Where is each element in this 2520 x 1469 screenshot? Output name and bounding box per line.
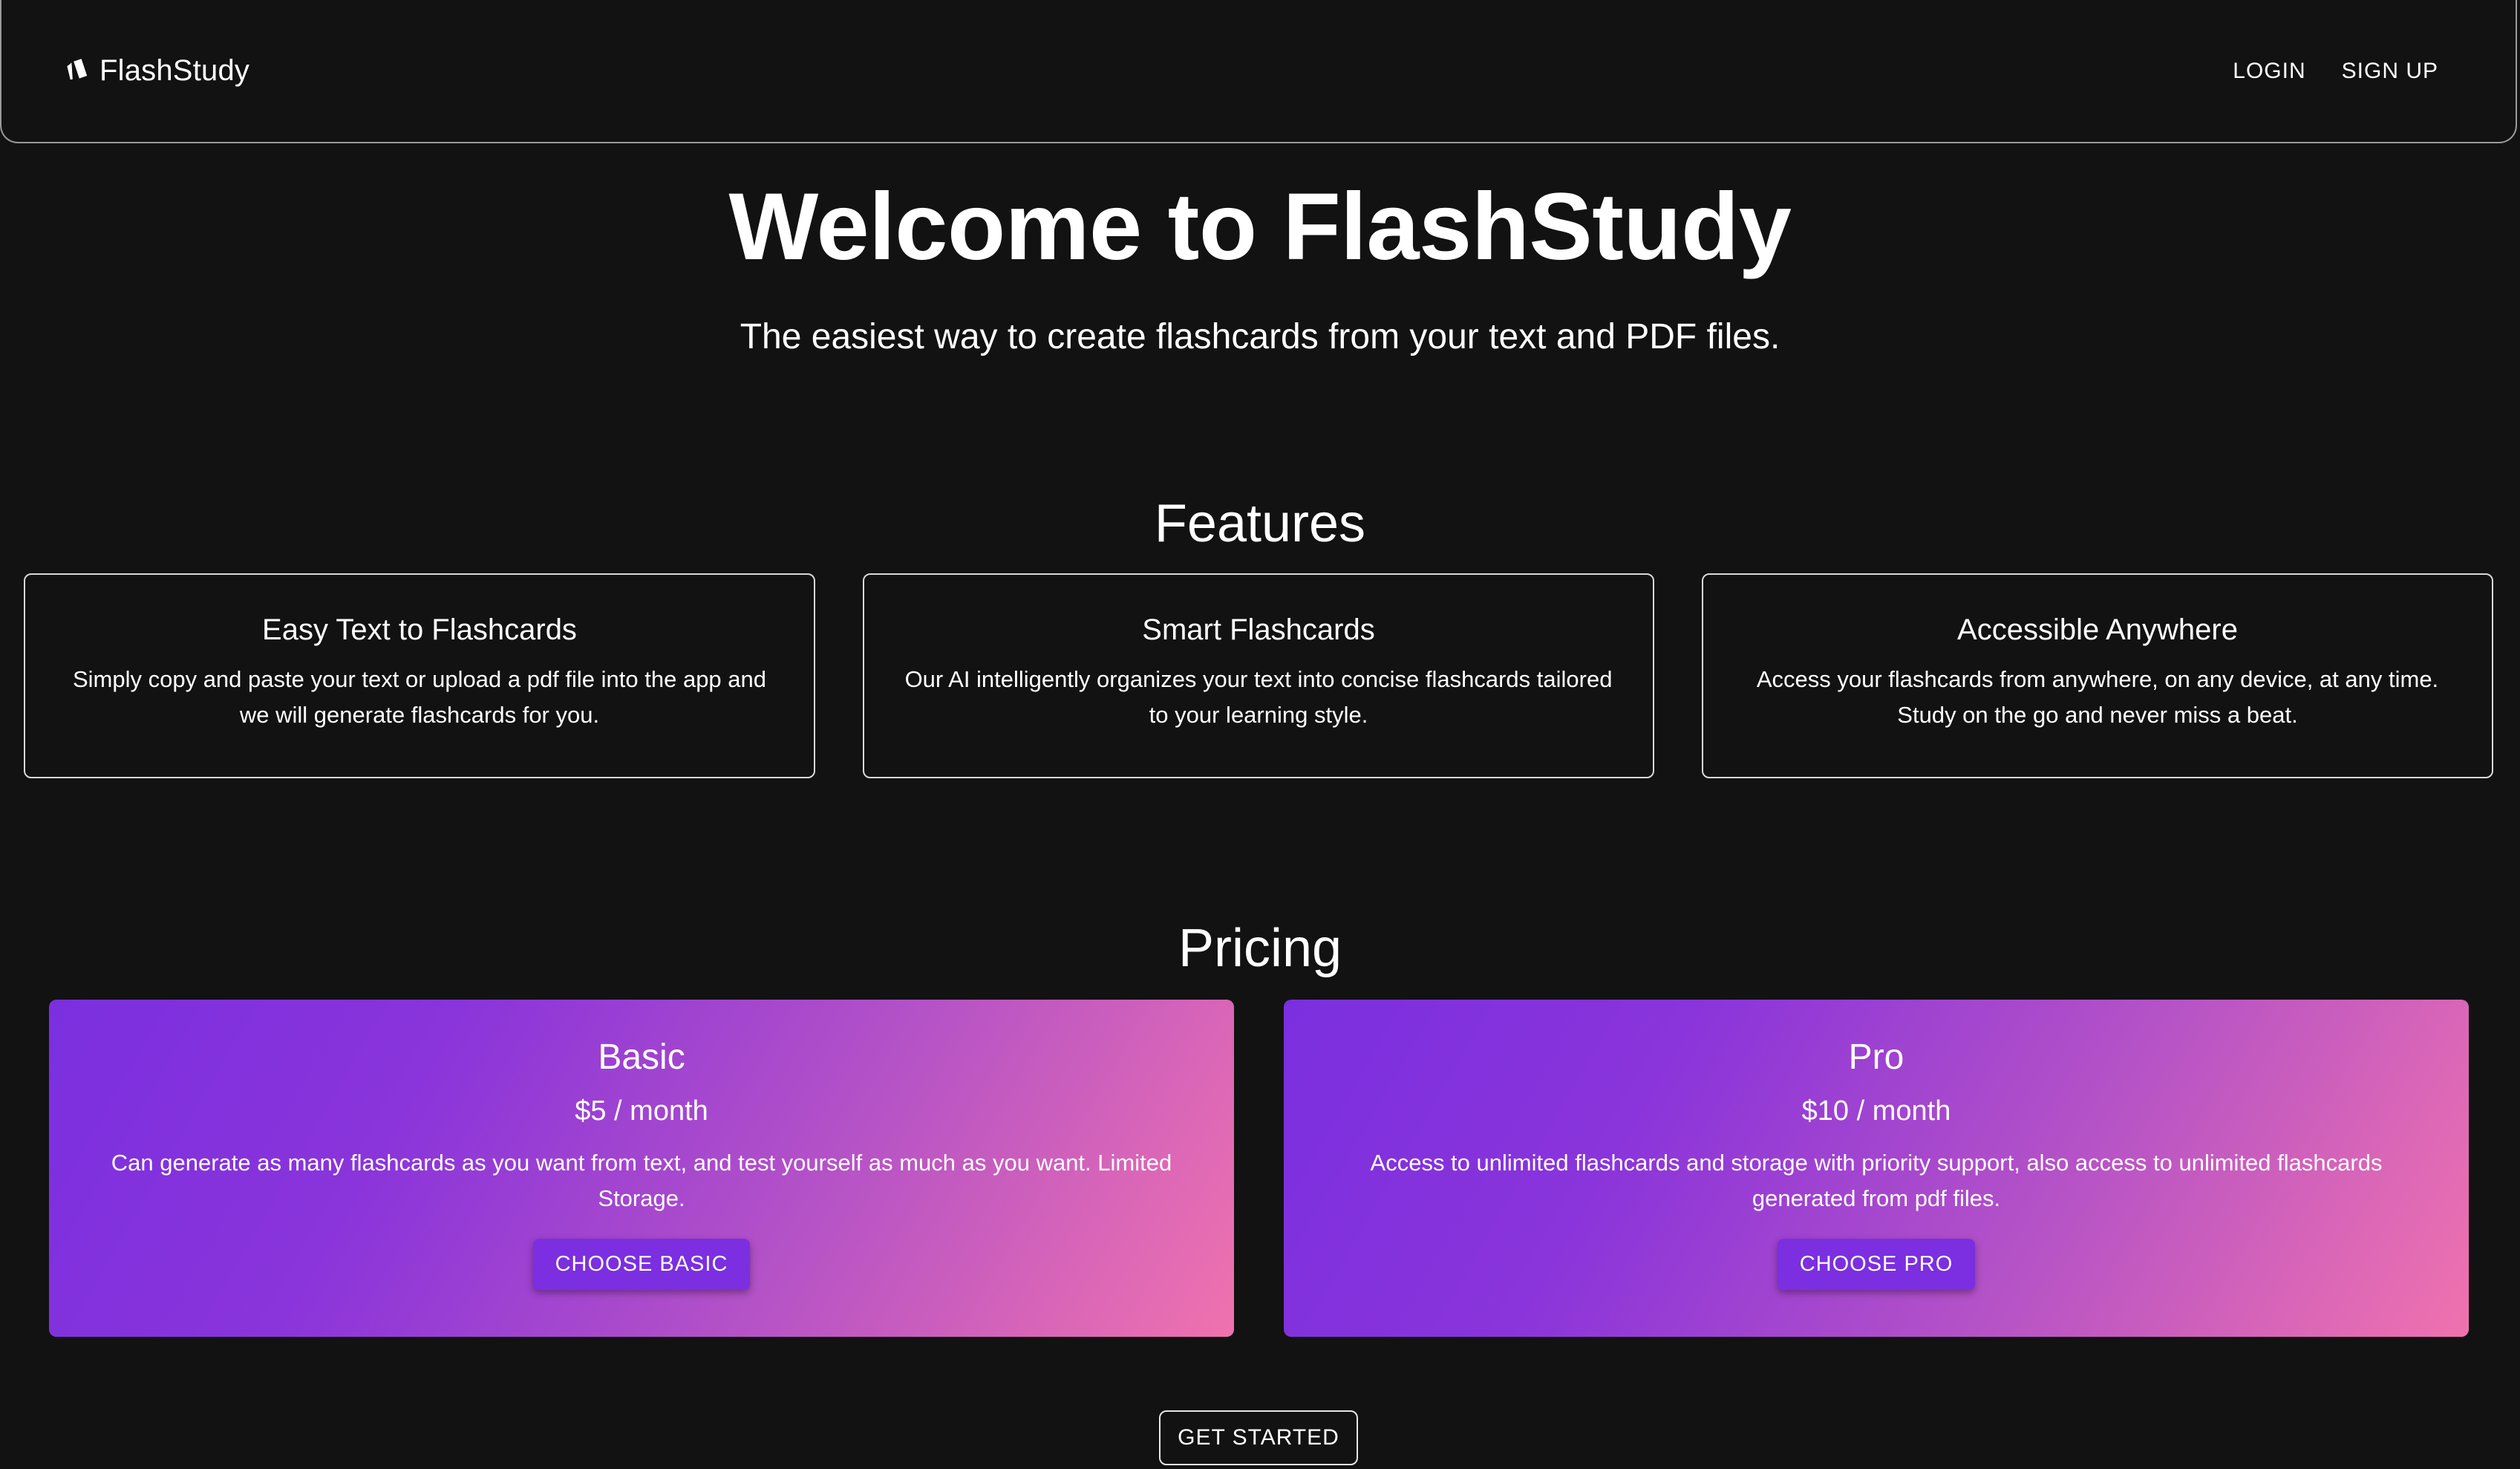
choose-pro-button[interactable]: CHOOSE PRO xyxy=(1777,1239,1976,1290)
pricing-card-basic: Basic $5 / month Can generate as many fl… xyxy=(49,1000,1234,1337)
feature-card-text-to-flashcards: Easy Text to Flashcards Simply copy and … xyxy=(24,573,815,778)
plan-price: $5 / month xyxy=(575,1095,708,1127)
app-bar: FlashStudy LOGIN SIGN UP xyxy=(0,0,2517,143)
hero-title: Welcome to FlashStudy xyxy=(728,174,1792,280)
feature-description: Access your flashcards from anywhere, on… xyxy=(1756,666,2439,728)
feature-description: Simply copy and paste your text or uploa… xyxy=(72,666,767,728)
feature-card-accessible-anywhere: Accessible Anywhere Access your flashcar… xyxy=(1702,573,2493,778)
brand[interactable]: FlashStudy xyxy=(61,53,249,89)
pricing-title: Pricing xyxy=(1178,919,1342,978)
signup-button[interactable]: SIGN UP xyxy=(2330,50,2450,93)
feature-title: Easy Text to Flashcards xyxy=(262,613,577,646)
feature-title: Accessible Anywhere xyxy=(1957,613,2238,646)
top-nav: LOGIN SIGN UP xyxy=(2221,50,2450,93)
feature-description: Our AI intelligently organizes your text… xyxy=(904,666,1613,728)
pricing-card-pro: Pro $10 / month Access to unlimited flas… xyxy=(1284,1000,2469,1337)
hero-subtitle: The easiest way to create flashcards fro… xyxy=(740,317,1780,356)
flashcards-icon xyxy=(67,58,88,79)
login-button[interactable]: LOGIN xyxy=(2221,50,2317,93)
plan-description: Can generate as many flashcards as you w… xyxy=(111,1150,1172,1211)
plan-price: $10 / month xyxy=(1801,1095,1951,1127)
feature-card-smart-flashcards: Smart Flashcards Our AI intelligently or… xyxy=(863,573,1654,778)
choose-basic-button[interactable]: CHOOSE BASIC xyxy=(532,1239,751,1290)
plan-name: Pro xyxy=(1848,1038,1904,1077)
get-started-button[interactable]: GET STARTED xyxy=(1159,1410,1358,1465)
plan-description: Access to unlimited flashcards and stora… xyxy=(1370,1150,2383,1211)
brand-title: FlashStudy xyxy=(99,54,250,87)
plan-name: Basic xyxy=(598,1038,685,1077)
features-title: Features xyxy=(1154,494,1366,553)
feature-title: Smart Flashcards xyxy=(1142,613,1375,646)
